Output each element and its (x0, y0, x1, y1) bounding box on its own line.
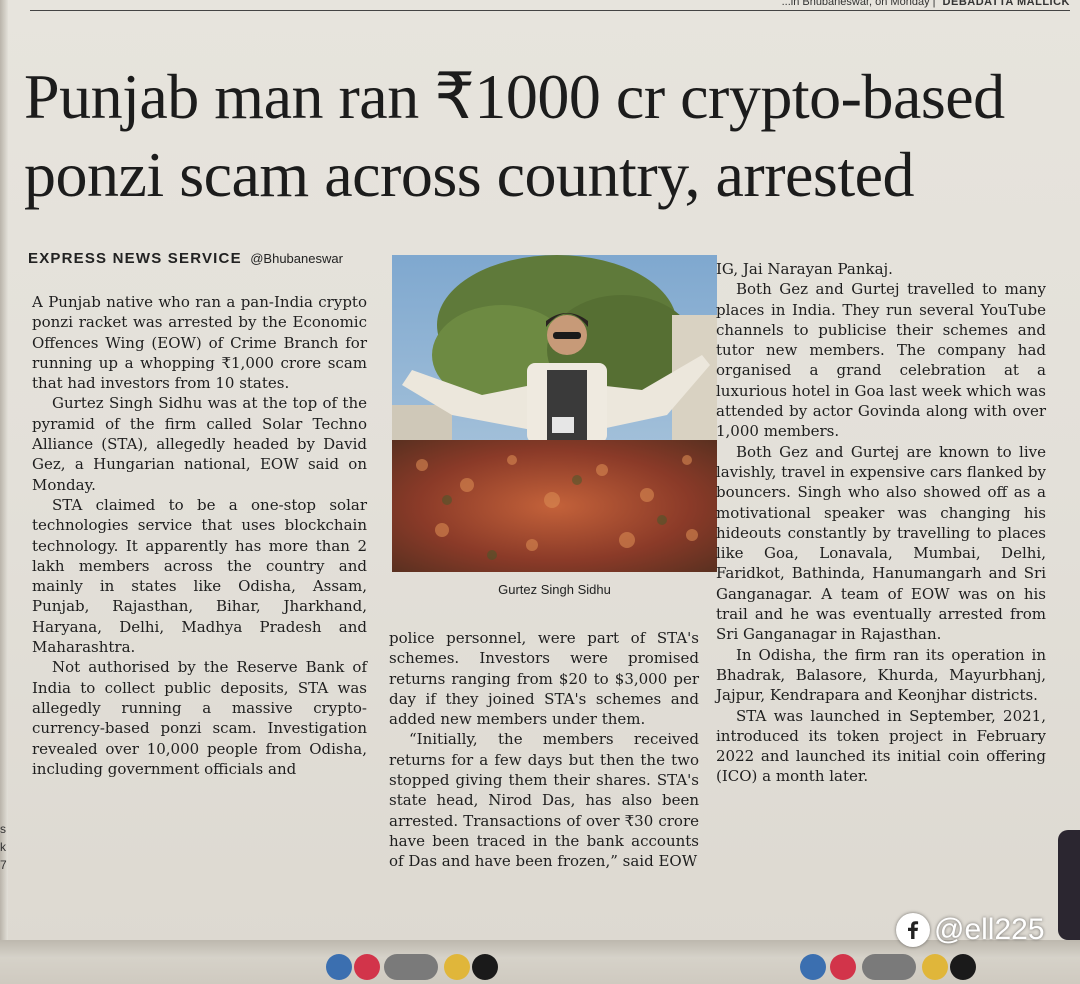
top-caption-fragment: ...in Bhubaneswar, on Monday (781, 0, 930, 8)
margin-char: 7 (0, 858, 7, 872)
paragraph: Not authorised by the Reserve Bank of In… (32, 658, 367, 778)
byline-service: EXPRESS NEWS SERVICE (28, 250, 242, 267)
paragraph: Both Gez and Gurtej are known to live la… (716, 442, 1046, 644)
paragraph: “Initially, the members received returns… (389, 730, 699, 871)
registration-dot (800, 954, 826, 980)
photo-illustration (392, 255, 717, 572)
paragraph: A Punjab native who ran a pan-India cryp… (32, 293, 367, 393)
article-column-2: police personnel, were part of STA's sch… (389, 628, 699, 872)
watermark: @ell225 (896, 908, 1045, 952)
newspaper-page: ...in Bhubaneswar, on Monday | DEBADATTA… (0, 0, 1080, 950)
margin-char: k (0, 840, 6, 854)
article-photo (392, 255, 717, 572)
paragraph: STA claimed to be a one-stop solar techn… (32, 495, 367, 657)
paragraph: IG, Jai Narayan Pankaj. (716, 260, 893, 278)
headline: Punjab man ran ₹1000 cr crypto-based pon… (24, 61, 1005, 210)
page-shadow-edge (0, 0, 8, 950)
registration-dot (472, 954, 498, 980)
background-object (1058, 830, 1080, 940)
watermark-handle: @ell225 (934, 913, 1045, 946)
registration-dot (444, 954, 470, 980)
photo-caption: Gurtez Singh Sidhu (498, 582, 611, 597)
article-column-3: IG, Jai Narayan Pankaj. Both Gez and Gur… (716, 259, 1046, 787)
registration-dot (384, 954, 438, 980)
photo-credit-line: ...in Bhubaneswar, on Monday | DEBADATTA… (30, 0, 1070, 11)
margin-char: s (0, 822, 6, 836)
byline-location: @Bhubaneswar (250, 251, 343, 266)
byline: EXPRESS NEWS SERVICE @Bhubaneswar (28, 250, 378, 268)
registration-dot (830, 954, 856, 980)
registration-dot (950, 954, 976, 980)
paragraph: Gurtez Singh Sidhu was at the top of the… (32, 394, 367, 494)
photo-credit: DEBADATTA MALLICK (942, 0, 1070, 8)
article-column-1: A Punjab native who ran a pan-India cryp… (32, 292, 367, 779)
registration-dot (922, 954, 948, 980)
paragraph: Both Gez and Gurtej travelled to many pl… (716, 280, 1046, 441)
paragraph: STA was launched in September, 2021, int… (716, 706, 1046, 786)
registration-dot (862, 954, 916, 980)
facebook-icon (896, 913, 930, 947)
registration-dot (326, 954, 352, 980)
paragraph: police personnel, were part of STA's sch… (389, 629, 699, 729)
margin-fragment: s k 7 (0, 820, 10, 874)
paragraph: In Odisha, the firm ran its operation in… (716, 645, 1046, 705)
registration-dot (354, 954, 380, 980)
